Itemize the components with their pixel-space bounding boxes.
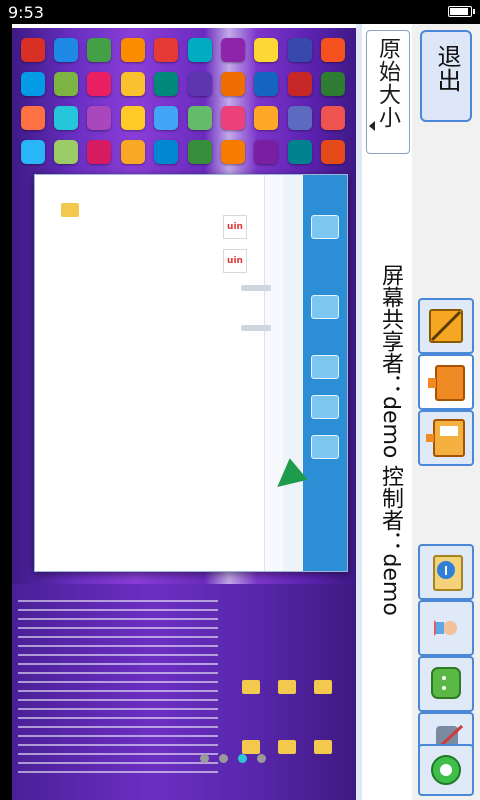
desktop-app-icon bbox=[154, 72, 179, 96]
desktop-app-icon bbox=[20, 106, 45, 130]
remote-folders bbox=[242, 680, 342, 790]
status-time: 9:53 bbox=[8, 3, 44, 22]
desktop-app-icon bbox=[187, 106, 212, 130]
desktop-app-icon bbox=[254, 72, 279, 96]
scale-select[interactable]: 原始大小 bbox=[366, 30, 410, 154]
screen-share-button[interactable] bbox=[418, 354, 474, 410]
folder-icon bbox=[314, 740, 332, 754]
desktop-app-icon bbox=[287, 106, 312, 130]
info-column: 原始大小 屏幕共享者：demo 控制者：demo bbox=[362, 24, 412, 800]
desktop-app-icon bbox=[287, 38, 312, 62]
desktop-app-icon bbox=[87, 38, 112, 62]
battery-icon bbox=[448, 6, 475, 17]
chevron-down-icon bbox=[369, 121, 375, 131]
camera-icon bbox=[431, 755, 461, 785]
desktop-app-icon bbox=[54, 106, 79, 130]
desktop-app-icon bbox=[154, 106, 179, 130]
folder-icon bbox=[61, 203, 79, 217]
desktop-app-icon bbox=[54, 38, 79, 62]
desktop-app-icon bbox=[254, 106, 279, 130]
desktop-app-icon bbox=[187, 72, 212, 96]
desktop-app-icon bbox=[321, 38, 346, 62]
folder-icon bbox=[314, 680, 332, 694]
desktop-app-icon bbox=[321, 72, 346, 96]
info-icon bbox=[433, 555, 463, 591]
page-indicator bbox=[200, 748, 290, 763]
remote-app-window[interactable]: uin uin bbox=[34, 174, 348, 572]
desktop-app-icon bbox=[20, 140, 45, 164]
desktop-app-icon bbox=[321, 106, 346, 130]
remote-app-tile bbox=[311, 215, 339, 239]
remote-app-addressbar bbox=[264, 175, 283, 571]
exit-button[interactable]: 退出 bbox=[420, 30, 472, 122]
desktop-app-icon bbox=[120, 72, 145, 96]
desktop-app-icon bbox=[187, 140, 212, 164]
desktop-app-icon bbox=[87, 72, 112, 96]
scale-select-value: 原始大小 bbox=[375, 37, 400, 129]
desktop-app-icon bbox=[154, 140, 179, 164]
annotate-button[interactable] bbox=[418, 298, 474, 354]
remote-app-tile bbox=[311, 295, 339, 319]
folder-icon bbox=[278, 680, 296, 694]
desktop-app-icon bbox=[120, 38, 145, 62]
desktop-app-icon bbox=[87, 106, 112, 130]
participants-button[interactable] bbox=[418, 600, 474, 656]
desktop-app-icon bbox=[321, 140, 346, 164]
desktop-app-icon bbox=[87, 140, 112, 164]
desktop-app-icon bbox=[20, 72, 45, 96]
desktop-app-icon bbox=[120, 140, 145, 164]
desktop-app-icon bbox=[54, 140, 79, 164]
remote-app-tile bbox=[311, 395, 339, 419]
share-info-text: 屏幕共享者：demo 控制者：demo bbox=[378, 264, 403, 616]
remote-desktop-icons bbox=[18, 34, 348, 194]
control-panel: 退出 bbox=[412, 24, 480, 800]
desktop-app-icon bbox=[287, 72, 312, 96]
annotate-tool-icon bbox=[429, 309, 463, 343]
participants-icon bbox=[434, 620, 457, 636]
desktop-app-icon bbox=[187, 38, 212, 62]
exit-button-label: 退出 bbox=[433, 44, 461, 92]
remote-app-tile bbox=[311, 355, 339, 379]
whiteboard-icon bbox=[426, 419, 465, 457]
desktop-app-icon bbox=[221, 140, 246, 164]
shared-screen-view[interactable]: uin uin bbox=[12, 24, 362, 800]
file-icon: uin bbox=[223, 215, 247, 239]
desktop-app-icon bbox=[120, 106, 145, 130]
desktop-app-icon bbox=[154, 38, 179, 62]
desktop-app-icon bbox=[54, 72, 79, 96]
chat-icon bbox=[431, 667, 461, 699]
chat-button[interactable] bbox=[418, 656, 474, 712]
status-bar: 9:53 bbox=[0, 0, 480, 24]
remote-desktop-lower bbox=[12, 584, 362, 800]
desktop-app-icon bbox=[254, 140, 279, 164]
camera-button[interactable] bbox=[418, 744, 474, 796]
desktop-app-icon bbox=[254, 38, 279, 62]
desktop-app-icon bbox=[221, 38, 246, 62]
file-icon: uin bbox=[223, 249, 247, 273]
screen-share-icon bbox=[428, 365, 465, 401]
remote-app-tile bbox=[311, 435, 339, 459]
remote-app-sidebar bbox=[303, 175, 347, 571]
desktop-app-icon bbox=[20, 38, 45, 62]
desktop-app-icon bbox=[221, 72, 246, 96]
whiteboard-button[interactable] bbox=[418, 410, 474, 466]
desktop-app-icon bbox=[287, 140, 312, 164]
folder-icon bbox=[242, 680, 260, 694]
remote-app-toolbar bbox=[282, 175, 303, 571]
info-button[interactable] bbox=[418, 544, 474, 600]
desktop-app-icon bbox=[221, 106, 246, 130]
